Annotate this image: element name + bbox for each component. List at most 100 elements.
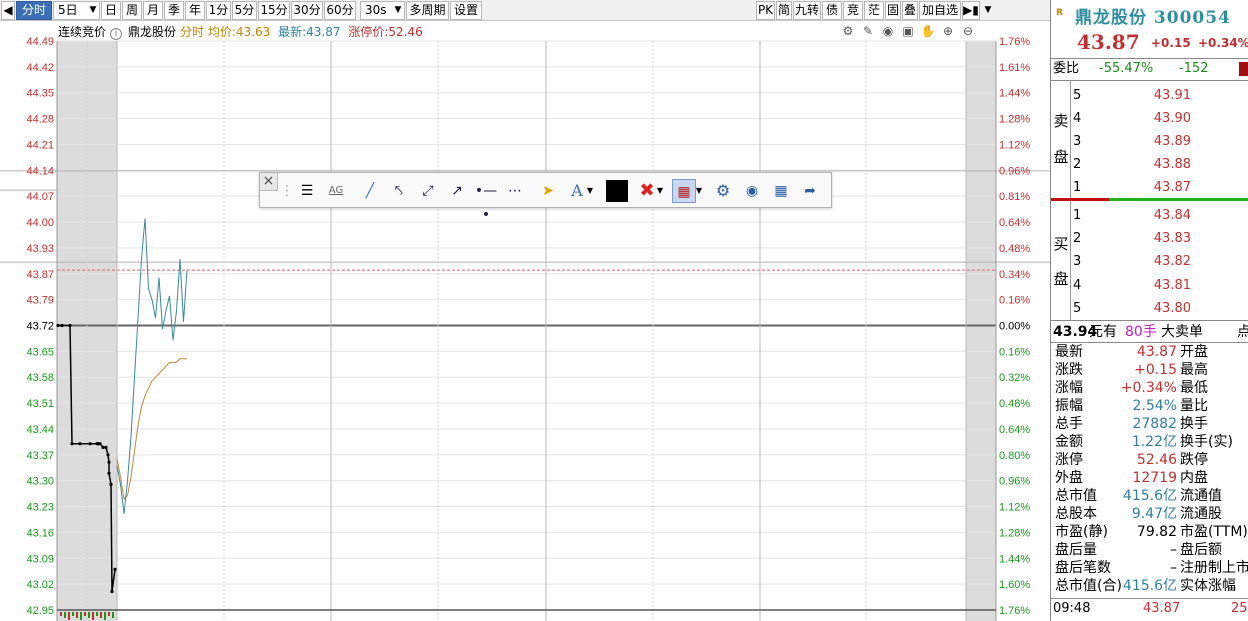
big-order-qty: 80手 <box>1125 324 1157 340</box>
more-icon[interactable]: ⋯ <box>503 179 527 203</box>
y-tick-left: 43.58 <box>26 372 54 384</box>
add-watchlist-label: 加自选 <box>921 3 958 17</box>
buy-level-row[interactable]: 3 43.82 <box>1051 250 1248 273</box>
y-tick-right: 1.28% <box>999 114 1030 126</box>
close-icon[interactable]: × <box>260 173 278 191</box>
big-order-row[interactable]: 43.94 元有 80手 大卖单 点 <box>1051 322 1248 342</box>
stat-value: – <box>1170 560 1177 576</box>
ray-tool-icon[interactable]: ⤣ <box>387 179 411 203</box>
buy-level-row[interactable]: 5 43.80 <box>1051 297 1248 320</box>
tab-1min[interactable]: 1分 <box>206 1 231 20</box>
hand-icon[interactable]: ✋ <box>918 24 938 38</box>
divider <box>1051 58 1248 59</box>
buy-level-row[interactable]: 4 43.81 <box>1051 274 1248 297</box>
sell-level-row[interactable]: 3 43.89 <box>1051 130 1248 153</box>
simple-button[interactable]: 简 <box>776 1 792 20</box>
stat-value: 79.82 <box>1136 524 1177 540</box>
auction-point <box>101 445 105 449</box>
buy-level-row[interactable]: 1 43.84 <box>1051 204 1248 227</box>
stat-label-2: 换手(实) <box>1180 434 1233 450</box>
stat-label-2: 内盘 <box>1180 470 1208 486</box>
lock-icon[interactable]: ▣ <box>898 24 918 38</box>
share-icon[interactable]: ➦ <box>798 179 822 203</box>
auction-point <box>98 442 102 446</box>
tab-month[interactable]: 月 <box>143 1 163 20</box>
eye-icon[interactable]: ◉ <box>878 24 898 38</box>
stat-label-2: 市盈(TTM) <box>1180 524 1248 540</box>
y-tick-right: 0.81% <box>999 191 1030 203</box>
stat-label-2: 开盘 <box>1180 344 1208 360</box>
tab-30min[interactable]: 30分 <box>291 1 323 20</box>
line-tool-icon[interactable]: ╱ <box>358 179 382 203</box>
hide-drawings-icon[interactable]: ▦ <box>672 179 696 203</box>
cursor-icon[interactable]: ➤ <box>536 179 560 203</box>
tab-week[interactable]: 周 <box>122 1 142 20</box>
stat-label: 涨停 <box>1055 452 1083 468</box>
auction-point <box>109 482 113 486</box>
tab-year[interactable]: 年 <box>185 1 205 20</box>
fixed-button[interactable]: 固 <box>885 1 901 20</box>
y-tick-left: 43.23 <box>26 502 54 514</box>
chevron-down-icon[interactable]: ▼ <box>981 1 995 20</box>
gear-icon[interactable]: ⚙ <box>711 179 735 203</box>
zoom-out-icon[interactable]: ⊖ <box>958 24 978 38</box>
chevron-down-icon[interactable]: ▼ <box>694 179 704 203</box>
stat-value: 2.54% <box>1132 398 1177 414</box>
tab-quarter[interactable]: 季 <box>164 1 184 20</box>
tab-5min[interactable]: 5分 <box>232 1 257 20</box>
sell-level-row[interactable]: 4 43.90 <box>1051 107 1248 130</box>
settings-button[interactable]: 设置 <box>450 1 482 20</box>
sell-level-row[interactable]: 1 43.87 <box>1051 176 1248 199</box>
tab-15min[interactable]: 15分 <box>258 1 290 20</box>
prev-button[interactable]: ◀ <box>1 1 15 20</box>
pk-button[interactable]: PK <box>756 1 775 20</box>
eye-icon[interactable]: ◉ <box>740 179 764 203</box>
tab-multi-period[interactable]: 多周期 <box>406 1 449 20</box>
tab-60min[interactable]: 60分 <box>324 1 356 20</box>
volume-bar <box>72 612 74 616</box>
stat-row: 涨幅 +0.34% 最低 <box>1051 379 1248 397</box>
overlay-button[interactable]: 叠 <box>902 1 918 20</box>
extended-line-icon[interactable]: ↗ <box>445 179 469 203</box>
pen-icon[interactable]: ✎ <box>858 24 878 38</box>
drag-handle-icon[interactable]: ⋮ <box>280 179 294 203</box>
horizontal-segment-icon[interactable]: •—• <box>474 179 498 223</box>
segment-tool-icon[interactable]: ⤢ <box>416 179 440 203</box>
chevron-down-icon[interactable]: ▼ <box>391 1 405 20</box>
text-ag-icon[interactable]: AG <box>324 179 348 203</box>
chevron-down-icon[interactable]: ▼ <box>86 1 100 20</box>
tab-day[interactable]: 日 <box>101 1 121 20</box>
buy-level-row[interactable]: 2 43.83 <box>1051 227 1248 250</box>
y-tick-right: 1.61% <box>999 62 1030 74</box>
collapse-panel-button[interactable]: ▶▮ <box>962 1 980 20</box>
gear-icon[interactable]: ⚙ <box>838 24 858 38</box>
buy-level-price: 43.84 <box>1153 208 1191 223</box>
nine-turn-button[interactable]: 九转 <box>793 1 821 20</box>
bond-button[interactable]: 债 <box>822 1 842 20</box>
sell-level-row[interactable]: 2 43.88 <box>1051 153 1248 176</box>
weibi-bar <box>1239 62 1248 76</box>
color-swatch[interactable] <box>606 180 628 202</box>
sell-level-row[interactable]: 5 43.91 <box>1051 84 1248 107</box>
tick-qty: 25 <box>1231 601 1248 616</box>
y-tick-left: 43.44 <box>26 424 54 436</box>
intraday-chart[interactable]: 44.49 44.42 44.35 44.28 44.21 44.14 44.07 44.00… <box>0 21 1050 621</box>
tab-intraday[interactable]: 分时 <box>16 1 52 20</box>
add-watchlist-button[interactable]: 加自选 <box>919 1 961 20</box>
auction-point <box>104 445 108 449</box>
sell-level-price: 43.91 <box>1153 88 1191 103</box>
grid-icon[interactable]: ▦ <box>769 179 793 203</box>
y-tick-right: 1.44% <box>999 553 1030 565</box>
mang-button[interactable]: 茫 <box>864 1 884 20</box>
zoom-in-icon[interactable]: ⊕ <box>938 24 958 38</box>
chart-canvas[interactable]: 44.49 44.42 44.35 44.28 44.21 44.14 44.07 44.00… <box>0 21 1050 621</box>
info-icon[interactable]: i <box>110 28 123 40</box>
auction-button[interactable]: 竞 <box>843 1 863 20</box>
chevron-down-icon[interactable]: ▼ <box>655 179 665 203</box>
ask-ratio-bar <box>1051 198 1109 201</box>
stat-label: 金额 <box>1055 434 1083 450</box>
y-tick-left: 43.37 <box>26 450 54 462</box>
stat-label-2: 最高 <box>1180 362 1208 378</box>
settings-sliders-icon[interactable]: ☰ <box>295 179 319 203</box>
chevron-down-icon[interactable]: ▼ <box>585 179 595 203</box>
